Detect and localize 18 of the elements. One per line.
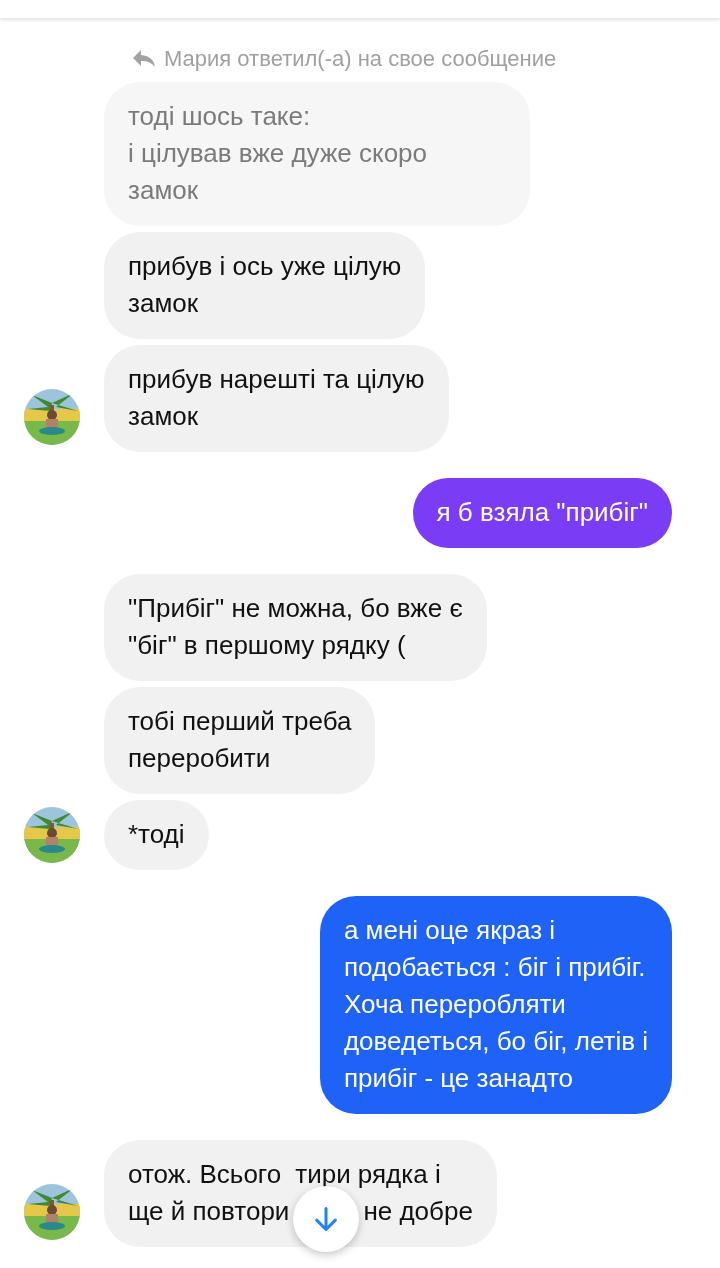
message-bubble[interactable]: прибув і ось уже цілую замок xyxy=(104,232,426,339)
message-text: тири рядка і xyxy=(295,1158,441,1191)
reply-notice: Мария ответил(-а) на свое сообщение xyxy=(164,46,557,72)
message-text: не добре xyxy=(363,1195,473,1228)
avatar[interactable] xyxy=(24,807,80,863)
avatar[interactable] xyxy=(24,1184,80,1240)
scroll-down-button[interactable] xyxy=(293,1185,360,1252)
message-bubble[interactable]: прибув нарешті та цілую замок xyxy=(104,345,449,452)
quoted-message[interactable]: тоді шось таке: і цілував вже дуже скоро замок xyxy=(104,82,530,226)
message-bubble[interactable]: а мені оце якраз і подобається : біг і прибіг. Хоча переробляти доведеться, бо біг, летів і прибіг - це занадто xyxy=(319,896,672,1114)
reply-arrow-icon xyxy=(132,49,156,69)
message-bubble[interactable]: *тоді xyxy=(104,800,209,870)
message-text: ще й повтори xyxy=(128,1195,290,1228)
message-bubble[interactable]: "Прибіг" не можна, бо вже є "біг" в першому рядку ( xyxy=(104,574,487,681)
message-bubble[interactable]: я б взяла "прибіг" xyxy=(412,478,672,548)
message-bubble[interactable]: тобі перший треба переробити xyxy=(104,687,376,794)
message-text: отож. Всього xyxy=(128,1158,282,1191)
avatar[interactable] xyxy=(24,389,80,445)
